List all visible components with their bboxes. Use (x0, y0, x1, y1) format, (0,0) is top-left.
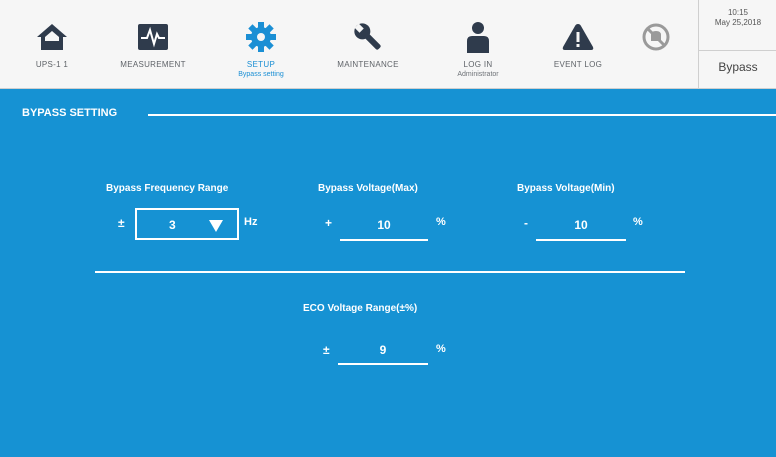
status-divider (699, 50, 776, 51)
status-time: 10:15 (727, 8, 749, 17)
vmin-input[interactable]: 10 (536, 211, 626, 243)
user-icon (461, 20, 495, 54)
wrench-icon (351, 20, 385, 54)
gear-icon (244, 20, 278, 54)
nav-ups[interactable]: UPS-1 1 (20, 0, 84, 88)
vmax-sign: + (325, 216, 333, 230)
nav-login-label: LOG IN (463, 60, 493, 69)
section-divider (148, 114, 776, 116)
top-nav-bar: UPS-1 1 MEASUREMENT SETUP Bypass setting… (0, 0, 776, 89)
eco-range-input[interactable]: 9 (338, 337, 428, 367)
status-datetime: 10:15 May 25,2018 (699, 8, 776, 28)
warning-icon (561, 20, 595, 54)
nav-maintenance-label: MAINTENANCE (337, 60, 399, 69)
alarm-mute-icon (639, 20, 673, 54)
eco-range-label: ECO Voltage Range(±%) (303, 303, 418, 314)
nav-setup-sub: Bypass setting (238, 71, 284, 78)
vmax-label: Bypass Voltage(Max) (318, 183, 418, 194)
vmin-label: Bypass Voltage(Min) (517, 183, 615, 194)
eco-sign: ± (323, 343, 330, 357)
vmax-input[interactable]: 10 (340, 211, 428, 243)
vmax-value: 10 (377, 218, 391, 232)
nav-event-log-label: EVENT LOG (553, 60, 603, 69)
alarm-mute-button[interactable] (636, 0, 676, 88)
freq-range-select[interactable]: 3 (135, 208, 239, 240)
nav-maintenance[interactable]: MAINTENANCE (328, 0, 408, 88)
freq-unit: Hz (244, 216, 258, 228)
eco-range-value: 9 (379, 343, 387, 357)
bypass-setting-panel: BYPASS SETTING Bypass Frequency Range ± … (0, 89, 776, 457)
nav-login-sub: Administrator (457, 71, 499, 78)
nav-ups-label: UPS-1 1 (35, 60, 69, 69)
freq-range-label: Bypass Frequency Range (106, 183, 229, 194)
nav-event-log[interactable]: EVENT LOG (540, 0, 616, 88)
nav-measurement-label: MEASUREMENT (120, 60, 186, 69)
nav-measurement[interactable]: MEASUREMENT (108, 0, 198, 88)
freq-sign: ± (118, 216, 125, 230)
freq-range-value: 3 (169, 218, 176, 232)
nav-login[interactable]: LOG IN Administrator (448, 0, 508, 88)
status-date: May 25,2018 (714, 18, 762, 27)
status-mode: Bypass (718, 60, 758, 74)
measurement-icon (136, 20, 170, 54)
home-icon (35, 20, 69, 54)
vmin-underline (536, 239, 626, 241)
dropdown-arrow-icon (209, 220, 223, 232)
status-panel: 10:15 May 25,2018 Bypass (698, 0, 776, 88)
section-title: BYPASS SETTING (22, 107, 118, 119)
vmin-sign: - (524, 216, 528, 230)
vmin-value: 10 (574, 218, 588, 232)
eco-unit: % (436, 343, 446, 355)
nav-setup[interactable]: SETUP Bypass setting (226, 0, 296, 88)
vmax-unit: % (436, 216, 446, 228)
section-separator (95, 271, 685, 273)
vmin-unit: % (633, 216, 643, 228)
nav-setup-label: SETUP (246, 60, 276, 69)
vmax-underline (340, 239, 428, 241)
eco-underline (338, 363, 428, 365)
